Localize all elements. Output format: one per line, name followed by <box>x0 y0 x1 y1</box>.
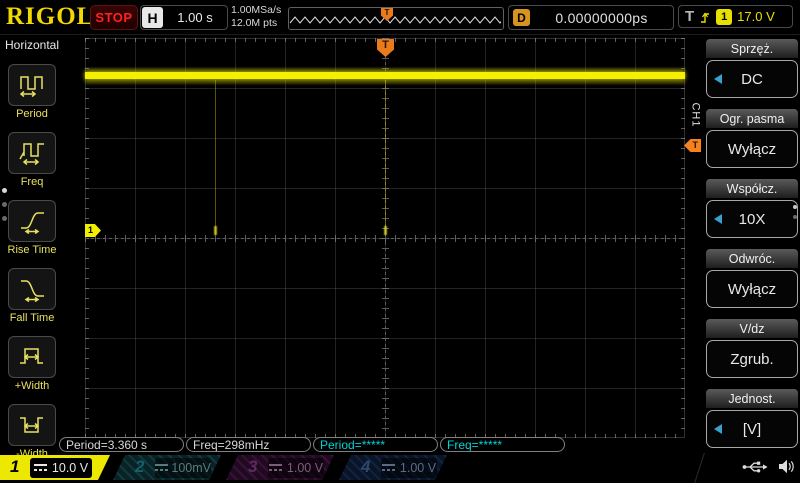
preview-waveform <box>289 16 501 24</box>
run-state-indicator[interactable]: STOP <box>90 5 138 30</box>
measure-item-plus-width[interactable]: +Width <box>8 336 56 392</box>
trigger-level-value: 17.0 V <box>737 9 775 24</box>
trigger-position-marker[interactable]: T <box>377 39 394 57</box>
left-menu-scroll-dot <box>2 188 7 193</box>
left-menu-scroll-dot <box>2 202 7 207</box>
channel-scale: 1.00 V <box>399 460 437 475</box>
waveform-preview[interactable]: T <box>288 7 504 30</box>
measurement-period-ch1: Period=3.360 s <box>59 437 184 452</box>
oscilloscope-screen: { "colors": { "ch1_yellow": "#f2ee00", "… <box>0 0 800 483</box>
plus-width-icon <box>20 348 43 364</box>
freq-icon <box>19 143 44 166</box>
channel-number: 4 <box>361 457 371 476</box>
softkey-value: DC <box>741 70 763 88</box>
channel-scale: 100mV <box>171 460 211 475</box>
ch1-trace-spike <box>215 80 216 235</box>
right-softkey-menu: CH1 Sprzęż. DC Ogr. pasma Wyłącz Współcz… <box>686 35 800 455</box>
softkey-coupling[interactable]: Sprzęż. DC <box>706 39 798 98</box>
horizontal-timebase-box[interactable]: H 1.00 s <box>140 5 228 30</box>
softkey-volts-per-div[interactable]: V/dz Zgrub. <box>706 319 798 378</box>
softkey-header: Odwróc. <box>706 249 798 268</box>
dc-coupling-icon <box>382 463 395 472</box>
acquisition-info: 1.00MSa/s 12.0M pts <box>231 4 281 30</box>
softkey-header: Sprzęż. <box>706 39 798 58</box>
notification-icons <box>742 459 795 474</box>
softkey-header: V/dz <box>706 319 798 338</box>
right-menu-page-dot <box>793 215 797 219</box>
ch1-trace <box>85 72 685 79</box>
sample-rate: 1.00MSa/s <box>231 4 282 16</box>
delay-d-badge: D <box>513 9 530 26</box>
usb-icon <box>742 461 768 472</box>
measure-label: Freq <box>20 176 44 188</box>
left-function-menu: Horizontal Period Freq Rise Time Fall Ti… <box>0 35 64 460</box>
softkey-value: [V] <box>742 420 762 438</box>
measure-item-rise-time[interactable]: Rise Time <box>7 200 57 256</box>
trigger-source-badge: 1 <box>716 8 733 25</box>
softkey-value: 10X <box>738 210 766 228</box>
rigol-logo: RIGOL <box>6 3 95 30</box>
channel-3-status[interactable]: 3 1.00 V <box>226 455 334 480</box>
measurement-readouts: Period=3.360 s Freq=298mHz Period=***** … <box>59 437 565 452</box>
rise-time-icon <box>21 212 44 234</box>
waveform-display-area[interactable]: T 1 <box>85 38 685 438</box>
softkey-probe-ratio[interactable]: Współcz. 10X <box>706 179 798 238</box>
measurement-freq-ch2: Freq=***** <box>440 437 565 452</box>
channel-number: 3 <box>248 457 258 476</box>
softkey-bandwidth-limit[interactable]: Ogr. pasma Wyłącz <box>706 109 798 168</box>
channel-scale: 1.00 V <box>286 460 324 475</box>
left-arrow-icon <box>714 424 722 434</box>
minus-width-icon <box>20 417 43 433</box>
channel-4-status[interactable]: 4 1.00 V <box>339 455 447 480</box>
dc-coupling-icon <box>155 463 166 472</box>
softkey-value: Zgrub. <box>730 350 774 368</box>
measure-item-fall-time[interactable]: Fall Time <box>8 268 56 324</box>
delay-value: 0.00000000ps <box>555 9 648 26</box>
softkey-value: Wyłącz <box>727 280 777 298</box>
channel-number: 2 <box>135 457 145 476</box>
measure-label: Fall Time <box>9 312 55 324</box>
left-arrow-icon <box>714 214 722 224</box>
horizontal-h-badge: H <box>142 7 163 28</box>
delay-box[interactable]: D 0.00000000ps <box>508 5 674 30</box>
channel-1-status[interactable]: 1 10.0 V <box>0 455 110 480</box>
measure-label: Period <box>16 108 48 120</box>
softkey-invert[interactable]: Odwróc. Wyłącz <box>706 249 798 308</box>
softkey-header: Ogr. pasma <box>706 109 798 128</box>
softkey-header: Współcz. <box>706 179 798 198</box>
edge-trigger-icon <box>701 11 710 23</box>
memory-depth: 12.0M pts <box>231 17 278 29</box>
timebase-value: 1.00 s <box>177 10 213 25</box>
measure-item-minus-width[interactable]: -Width <box>8 404 56 460</box>
left-menu-scroll-dot <box>2 216 7 221</box>
fall-time-icon <box>21 280 44 302</box>
measurement-period-ch2: Period=***** <box>313 437 438 452</box>
ch1-trace-spike <box>385 80 386 235</box>
measurement-freq-ch1: Freq=298mHz <box>186 437 311 452</box>
channel-scale: 10.0 V <box>51 460 89 475</box>
status-separator <box>694 452 705 483</box>
dc-coupling-icon <box>269 463 282 472</box>
speaker-icon <box>779 459 794 474</box>
menu-channel-tab: CH1 <box>689 102 702 128</box>
channel-2-status[interactable]: 2 100mV <box>113 455 221 480</box>
dc-coupling-icon <box>34 463 47 472</box>
left-menu-title: Horizontal <box>4 38 60 52</box>
trigger-info-box[interactable]: T 1 17.0 V <box>678 5 793 28</box>
softkey-value: Wyłącz <box>727 140 777 158</box>
left-arrow-icon <box>714 74 722 84</box>
top-status-bar: RIGOL STOP H 1.00 s 1.00MSa/s 12.0M pts … <box>0 0 800 35</box>
softkey-unit[interactable]: Jednost. [V] <box>706 389 798 448</box>
channel-number: 1 <box>10 457 20 476</box>
softkey-header: Jednost. <box>706 389 798 408</box>
measure-item-freq[interactable]: Freq <box>8 132 56 188</box>
measure-item-period[interactable]: Period <box>8 64 56 120</box>
right-menu-page-dot <box>793 205 797 209</box>
measure-label: +Width <box>14 380 50 392</box>
channel-status-bar: 1 10.0 V 2 100mV 3 1.00 V 4 1.00 V <box>0 452 800 483</box>
period-icon <box>19 76 43 98</box>
measure-label: Rise Time <box>7 244 57 256</box>
trigger-t-label: T <box>685 8 695 25</box>
